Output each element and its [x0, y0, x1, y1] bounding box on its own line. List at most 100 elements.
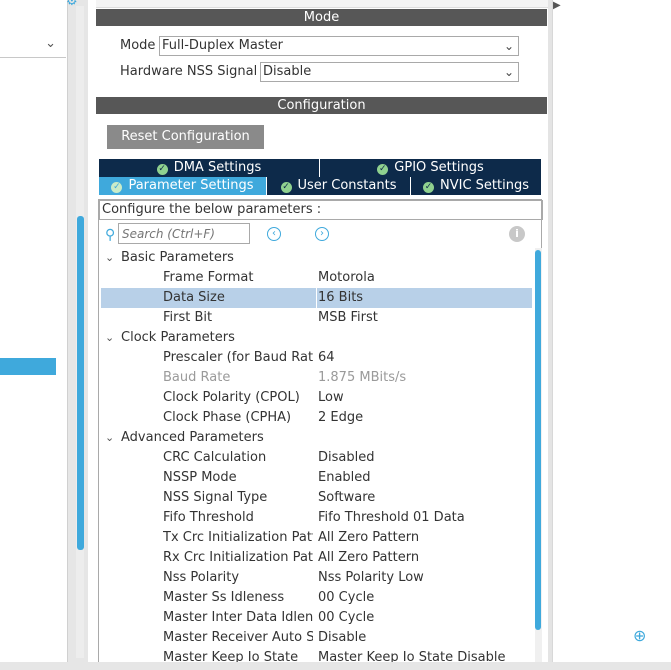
param-name: First Bit	[163, 310, 213, 325]
left-category-select[interactable]: ⌄	[0, 34, 66, 58]
param-name: Tx Crc Initialization Pattern	[163, 530, 313, 545]
param-value[interactable]: 00 Cycle	[318, 608, 374, 628]
param-name: Nss Polarity	[163, 570, 240, 585]
param-value[interactable]: Software	[318, 488, 375, 508]
chevron-down-icon: ⌄	[105, 251, 115, 264]
bottom-status-bar	[0, 662, 671, 670]
param-row-crc-calculation[interactable]: CRC Calculation Disabled	[99, 448, 531, 468]
param-name: NSS Signal Type	[163, 490, 268, 505]
param-value[interactable]: 64	[318, 348, 335, 368]
param-row-nss-polarity[interactable]: Nss Polarity Nss Polarity Low	[99, 568, 531, 588]
param-value[interactable]: All Zero Pattern	[318, 548, 419, 568]
param-name: Clock Phase (CPHA)	[163, 410, 292, 425]
mode-select-value: Full-Duplex Master	[162, 38, 284, 53]
info-icon[interactable]: i	[509, 226, 525, 242]
param-value: 1.875 MBits/s	[318, 370, 407, 385]
tab-label: DMA Settings	[173, 160, 262, 175]
parameter-settings-panel: Configure the below parameters : ⚲ ‹ › i…	[98, 199, 543, 670]
pinout-view[interactable]: ▶ ⊕	[552, 0, 671, 670]
tab-dma-settings[interactable]: ✓ DMA Settings	[99, 159, 319, 177]
mode-select[interactable]: Full-Duplex Master ⌄	[159, 36, 519, 56]
param-name: Clock Polarity (CPOL)	[163, 390, 300, 405]
param-name: Data Size	[163, 290, 225, 305]
param-value[interactable]: All Zero Pattern	[318, 528, 419, 548]
chevron-left-icon[interactable]: ‹	[267, 227, 281, 241]
tab-label: NVIC Settings	[440, 178, 529, 193]
param-name: Master Ss Idleness	[163, 590, 285, 605]
collapse-arrow-icon[interactable]: ▶	[553, 0, 561, 11]
tab-label: GPIO Settings	[394, 160, 484, 175]
param-name: NSSP Mode	[163, 470, 237, 485]
param-value[interactable]: Enabled	[318, 468, 371, 488]
param-row-fifo-threshold[interactable]: Fifo Threshold Fifo Threshold 01 Data	[99, 508, 531, 528]
column-divider	[316, 288, 317, 308]
tab-gpio-settings[interactable]: ✓ GPIO Settings	[320, 159, 541, 177]
param-value[interactable]: Fifo Threshold 01 Data	[318, 508, 465, 528]
tab-label: Parameter Settings	[128, 178, 254, 193]
param-row-prescaler[interactable]: Prescaler (for Baud Rate) 64	[99, 348, 531, 368]
tab-parameter-settings[interactable]: ✓ Parameter Settings	[99, 177, 266, 195]
group-advanced-parameters[interactable]: ⌄ Advanced Parameters	[99, 428, 531, 448]
param-value[interactable]: Disabled	[318, 448, 374, 468]
param-value[interactable]: 2 Edge	[318, 408, 363, 428]
chevron-right-icon[interactable]: ›	[315, 227, 329, 241]
param-name: Master Inter Data Idleness	[163, 610, 313, 625]
search-input[interactable]	[118, 223, 250, 244]
group-clock-parameters[interactable]: ⌄ Clock Parameters	[99, 328, 531, 348]
check-circle-icon: ✓	[280, 182, 292, 193]
nss-select-value: Disable	[263, 64, 312, 79]
param-row-first-bit[interactable]: First Bit MSB First	[99, 308, 531, 328]
check-circle-icon: ✓	[156, 164, 168, 175]
param-row-tx-crc-init[interactable]: Tx Crc Initialization Pattern All Zero P…	[99, 528, 531, 548]
param-name: Master Receiver Auto Susp	[163, 630, 313, 645]
param-value[interactable]: Low	[318, 388, 344, 408]
search-icon[interactable]: ⚲	[105, 227, 115, 243]
parameter-scrollbar-thumb[interactable]	[535, 250, 541, 630]
param-row-master-receiver-auto-susp[interactable]: Master Receiver Auto Susp Disable	[99, 628, 531, 648]
param-name: Rx Crc Initialization Pattern	[163, 550, 313, 565]
parameter-description: Configure the below parameters :	[99, 200, 543, 220]
param-value[interactable]: 00 Cycle	[318, 588, 374, 608]
nss-label: Hardware NSS Signal	[120, 64, 258, 79]
configuration-section-header: Configuration	[96, 97, 547, 114]
left-selected-item[interactable]	[0, 358, 56, 375]
param-row-nssp-mode[interactable]: NSSP Mode Enabled	[99, 468, 531, 488]
param-row-clock-phase[interactable]: Clock Phase (CPHA) 2 Edge	[99, 408, 531, 428]
nss-select[interactable]: Disable ⌄	[260, 62, 519, 82]
mode-section-header: Mode	[96, 9, 547, 26]
group-label: Clock Parameters	[121, 330, 235, 345]
tab-user-constants[interactable]: ✓ User Constants	[267, 177, 410, 195]
param-value[interactable]: MSB First	[318, 308, 378, 328]
param-row-data-size[interactable]: Data Size 16 Bits	[101, 288, 532, 308]
mode-label: Mode	[120, 38, 156, 53]
param-value[interactable]: Nss Polarity Low	[318, 568, 424, 588]
param-row-master-ss-idleness[interactable]: Master Ss Idleness 00 Cycle	[99, 588, 531, 608]
tab-nvic-settings[interactable]: ✓ NVIC Settings	[411, 177, 541, 195]
param-row-clock-polarity[interactable]: Clock Polarity (CPOL) Low	[99, 388, 531, 408]
param-value[interactable]: 16 Bits	[318, 288, 363, 308]
param-row-frame-format[interactable]: Frame Format Motorola	[99, 268, 531, 288]
left-scrollbar-thumb[interactable]	[77, 216, 84, 550]
param-row-master-inter-data-idleness[interactable]: Master Inter Data Idleness 00 Cycle	[99, 608, 531, 628]
configuration-panel: Mode Mode Full-Duplex Master ⌄ Hardware …	[96, 0, 548, 670]
chevron-down-icon: ⌄	[105, 331, 115, 344]
param-name: CRC Calculation	[163, 450, 267, 465]
reset-configuration-button[interactable]: Reset Configuration	[107, 125, 264, 149]
group-basic-parameters[interactable]: ⌄ Basic Parameters	[99, 248, 531, 268]
param-row-baud-rate: Baud Rate 1.875 MBits/s	[99, 368, 531, 388]
param-value[interactable]: Motorola	[318, 268, 375, 288]
group-label: Advanced Parameters	[121, 430, 264, 445]
param-row-nss-signal-type[interactable]: NSS Signal Type Software	[99, 488, 531, 508]
param-value[interactable]: Disable	[318, 628, 366, 648]
left-panel: ⌄ ⚙	[0, 0, 88, 670]
left-list-panel: ⌄	[0, 0, 68, 662]
zoom-in-icon[interactable]: ⊕	[633, 626, 651, 645]
chevron-down-icon: ⌄	[503, 65, 514, 79]
check-circle-icon: ✓	[423, 182, 434, 193]
chevron-down-icon: ⌄	[105, 431, 115, 444]
parameter-tree: ⌄ Basic Parameters Frame Format Motorola…	[99, 248, 532, 668]
param-row-rx-crc-init[interactable]: Rx Crc Initialization Pattern All Zero P…	[99, 548, 531, 568]
param-name: Baud Rate	[163, 370, 231, 385]
tab-label: User Constants	[297, 178, 397, 193]
param-name: Prescaler (for Baud Rate)	[163, 350, 313, 365]
